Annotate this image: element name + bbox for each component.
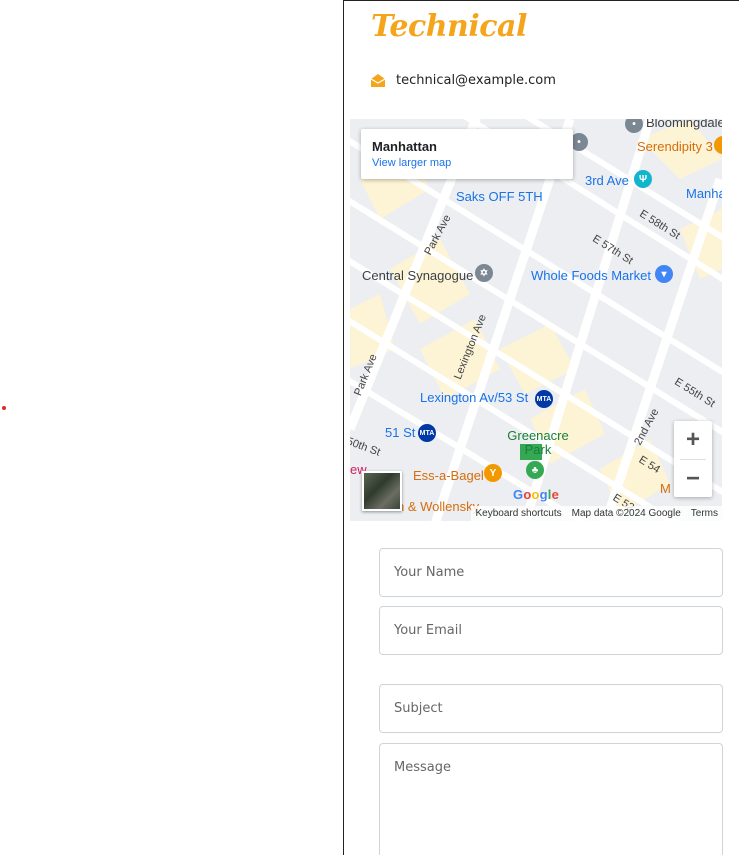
google-logo: Google — [513, 487, 560, 502]
terms-link[interactable]: Terms — [691, 508, 718, 519]
map-pin-whole-foods: ▾ — [655, 265, 673, 283]
map-label-greenacre: Greenacre Park — [507, 428, 569, 457]
contact-email[interactable]: technical@example.com — [396, 73, 556, 88]
message-textarea[interactable] — [379, 743, 723, 855]
keyboard-shortcuts-link[interactable]: Keyboard shortcuts — [475, 508, 561, 519]
map-label-51-st: 51 St — [385, 425, 416, 440]
map-label-m: M — [660, 481, 671, 496]
map-label-central-synagogue: Central Synagogue — [362, 268, 474, 283]
email-input[interactable] — [379, 606, 723, 655]
map-label-third-ave: 3rd Ave — [585, 173, 629, 188]
map-pin-ess-a-bagel: Y — [484, 464, 502, 482]
map-label-saks: Saks OFF 5TH — [456, 189, 543, 204]
map-label-manhattan-edge: Manha — [686, 186, 722, 201]
name-input[interactable] — [379, 548, 723, 597]
embedded-map[interactable]: Bloomingdale • Serendipity 3 • 3rd Ave Ψ… — [350, 119, 722, 521]
map-label-wollensky: h & Wollensky — [397, 499, 480, 514]
view-larger-map-link[interactable]: View larger map — [372, 157, 451, 169]
envelope-open-icon — [370, 72, 386, 88]
satellite-toggle[interactable] — [362, 471, 402, 511]
map-zoom-controls: + − — [674, 421, 712, 497]
contact-panel: Technical technical@example.com Blooming… — [343, 0, 739, 855]
map-label-bloomingdale: Bloomingdale — [646, 119, 722, 130]
map-label-serendipity: Serendipity 3 — [637, 139, 713, 154]
map-pin-subway-51: MTA — [418, 424, 436, 442]
brand-title: Technical — [371, 9, 527, 44]
map-data-credit: Map data ©2024 Google — [571, 508, 681, 519]
map-pin-third-ave: Ψ — [634, 170, 652, 188]
subject-input[interactable] — [379, 684, 723, 733]
contact-email-row: technical@example.com — [370, 69, 556, 91]
map-label-ess-a-bagel: Ess-a-Bagel — [413, 468, 484, 483]
red-dot-marker — [2, 406, 6, 410]
map-place-name: Manhattan — [372, 139, 437, 154]
zoom-out-button[interactable]: − — [674, 460, 712, 498]
zoom-in-button[interactable]: + — [674, 421, 712, 459]
map-pin-synagogue: ✡ — [475, 264, 493, 282]
map-label-lexington-53: Lexington Av/53 St — [420, 390, 529, 405]
map-info-card: Manhattan View larger map — [361, 129, 573, 179]
map-label-whole-foods: Whole Foods Market — [531, 268, 651, 283]
map-pin-subway-lex: MTA — [535, 390, 553, 408]
map-attribution: Keyboard shortcuts Map data ©2024 Google… — [471, 506, 722, 521]
map-pin-greenacre: ♣ — [526, 461, 544, 479]
